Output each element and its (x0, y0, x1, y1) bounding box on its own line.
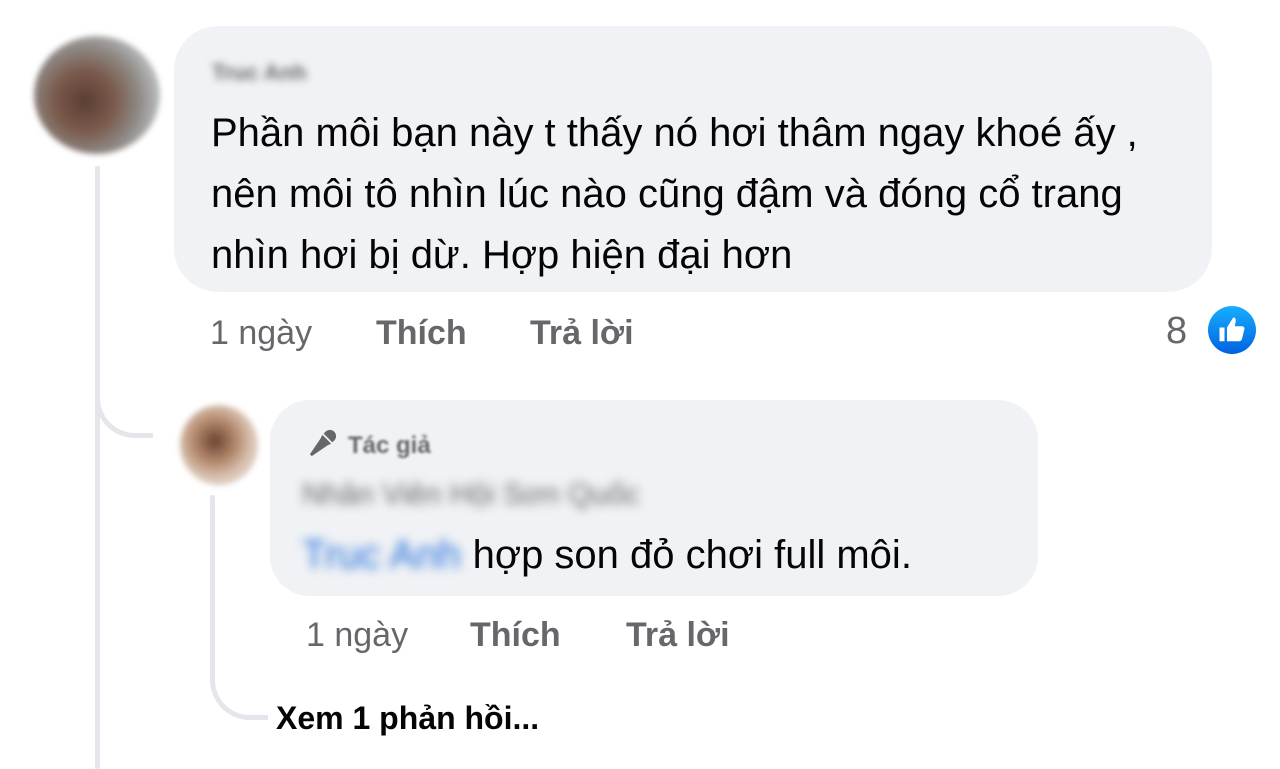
avatar[interactable] (180, 405, 258, 485)
comment-text: Phần môi bạn này t thấy nó hơi thâm ngay… (211, 111, 1138, 277)
thread-line (95, 166, 100, 769)
thumbs-up-icon[interactable] (1208, 306, 1256, 354)
reply-text: Truc Anh hợp son đỏ chơi full môi. (302, 530, 912, 580)
reply-timestamp[interactable]: 1 ngày (306, 616, 408, 655)
comment-timestamp[interactable]: 1 ngày (210, 314, 312, 353)
view-more-replies-link[interactable]: Xem 1 phản hồi... (276, 700, 539, 737)
author-badge-label: Tác giả (348, 431, 431, 459)
reaction-count[interactable]: 8 (1166, 310, 1187, 353)
avatar[interactable] (34, 36, 160, 154)
like-button[interactable]: Thích (376, 314, 467, 353)
reply-text-body: hợp son đỏ chơi full môi. (472, 533, 912, 577)
comment-author-name[interactable]: Truc Anh (212, 60, 307, 86)
thread-line-nested (210, 495, 215, 675)
microphone-icon (308, 428, 338, 463)
reply-reply-button[interactable]: Trả lời (626, 616, 730, 655)
author-badge: Tác giả (308, 428, 431, 463)
thread-connector-nested (210, 650, 268, 720)
reply-button[interactable]: Trả lời (530, 314, 634, 353)
thread-connector (95, 360, 153, 438)
reply-like-button[interactable]: Thích (470, 616, 561, 655)
mention-link[interactable]: Truc Anh (302, 530, 461, 580)
reply-author-name[interactable]: Nhân Viên Hội Sơn Quốc (302, 478, 640, 512)
